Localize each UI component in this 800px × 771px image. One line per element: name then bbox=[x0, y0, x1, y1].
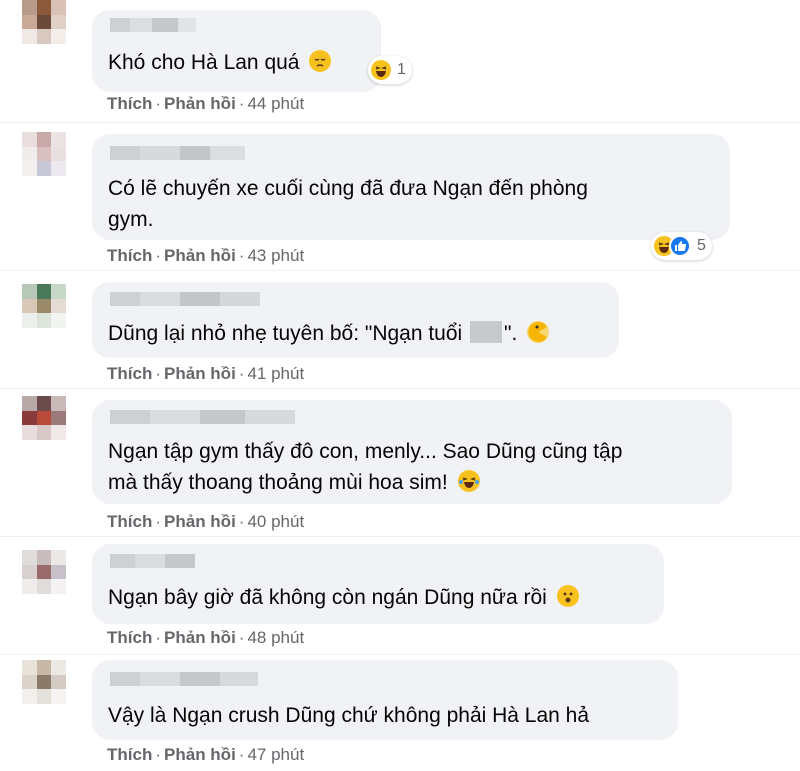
comment-actions: Thích · Phản hồi · 48 phút bbox=[107, 628, 304, 648]
avatar[interactable] bbox=[22, 660, 66, 704]
comment-text: Ngạn bây giờ đã không còn ngán Dũng nữa … bbox=[108, 582, 579, 613]
comment-actions: Thích · Phản hồi · 41 phút bbox=[107, 364, 304, 384]
comment-bubble: Khó cho Hà Lan quá bbox=[92, 10, 381, 92]
reaction-count: 1 bbox=[397, 61, 406, 78]
timestamp[interactable]: 47 phút bbox=[247, 745, 304, 764]
commenter-name-blurred[interactable] bbox=[110, 18, 196, 32]
comment-text: Khó cho Hà Lan quá bbox=[108, 47, 332, 78]
reaction-badge[interactable]: 5 bbox=[651, 232, 712, 260]
pacman-face-icon bbox=[527, 321, 550, 343]
avatar[interactable] bbox=[22, 0, 66, 44]
commenter-name-blurred[interactable] bbox=[110, 146, 245, 160]
comment-actions: Thích · Phản hồi · 40 phút bbox=[107, 512, 304, 532]
separator-dot: · bbox=[155, 745, 162, 764]
comment-text: Vậy là Ngạn crush Dũng chứ không phải Hà… bbox=[108, 704, 590, 727]
hushed-face-icon bbox=[556, 585, 579, 607]
like-link[interactable]: Thích bbox=[107, 364, 152, 383]
comment-bubble: Ngạn tập gym thấy đô con, menly... Sao D… bbox=[92, 400, 732, 504]
like-reaction-icon bbox=[669, 235, 691, 257]
commenter-name-blurred[interactable] bbox=[110, 554, 195, 568]
comment-bubble: Có lẽ chuyến xe cuối cùng đã đưa Ngạn đế… bbox=[92, 134, 730, 240]
censored-blur bbox=[470, 321, 503, 343]
comment-actions: Thích · Phản hồi · 43 phút bbox=[107, 246, 304, 266]
comment-1: Khó cho Hà Lan quá 1 Thích · Phản hồi · 44 p… bbox=[0, 0, 800, 120]
avatar[interactable] bbox=[22, 284, 66, 328]
avatar[interactable] bbox=[22, 550, 66, 594]
avatar[interactable] bbox=[22, 396, 66, 440]
laughing-tears-icon bbox=[457, 470, 480, 492]
timestamp[interactable]: 43 phút bbox=[247, 246, 304, 265]
comment-text: Dũng lại nhỏ nhẹ tuyên bố: "Ngạn tuổi ". bbox=[108, 318, 550, 349]
comment-bubble: Vậy là Ngạn crush Dũng chứ không phải Hà… bbox=[92, 660, 678, 740]
comment-4: Ngạn tập gym thấy đô con, menly... Sao D… bbox=[0, 388, 800, 536]
like-link[interactable]: Thích bbox=[107, 512, 152, 531]
timestamp[interactable]: 40 phút bbox=[247, 512, 304, 531]
comment-text: Có lẽ chuyến xe cuối cùng đã đưa Ngạn đế… bbox=[108, 177, 588, 231]
reply-link[interactable]: Phản hồi bbox=[164, 745, 236, 764]
comment-3: Dũng lại nhỏ nhẹ tuyên bố: "Ngạn tuổi ".… bbox=[0, 270, 800, 388]
separator-dot: · bbox=[155, 246, 162, 265]
comment-actions: Thích · Phản hồi · 47 phút bbox=[107, 745, 304, 765]
separator-dot: · bbox=[238, 94, 245, 113]
timestamp[interactable]: 44 phút bbox=[247, 94, 304, 113]
comment-actions: Thích · Phản hồi · 44 phút bbox=[107, 94, 304, 114]
comment-text: Ngạn tập gym thấy đô con, menly... Sao D… bbox=[108, 440, 623, 494]
separator-dot: · bbox=[238, 246, 245, 265]
reaction-count: 5 bbox=[697, 237, 706, 254]
commenter-name-blurred[interactable] bbox=[110, 292, 260, 306]
reaction-badge[interactable]: 1 bbox=[368, 56, 412, 84]
pensive-face-icon bbox=[309, 50, 332, 72]
reply-link[interactable]: Phản hồi bbox=[164, 628, 236, 647]
reply-link[interactable]: Phản hồi bbox=[164, 364, 236, 383]
timestamp[interactable]: 48 phút bbox=[247, 628, 304, 647]
comment-bubble: Ngạn bây giờ đã không còn ngán Dũng nữa … bbox=[92, 544, 664, 624]
comment-bubble: Dũng lại nhỏ nhẹ tuyên bố: "Ngạn tuổi ". bbox=[92, 282, 619, 358]
haha-reaction-icon bbox=[371, 60, 391, 80]
separator-dot: · bbox=[238, 364, 245, 383]
like-link[interactable]: Thích bbox=[107, 94, 152, 113]
comment-5: Ngạn bây giờ đã không còn ngán Dũng nữa … bbox=[0, 536, 800, 654]
timestamp[interactable]: 41 phút bbox=[247, 364, 304, 383]
like-link[interactable]: Thích bbox=[107, 246, 152, 265]
separator-dot: · bbox=[238, 745, 245, 764]
separator-dot: · bbox=[155, 94, 162, 113]
separator-dot: · bbox=[238, 628, 245, 647]
separator-dot: · bbox=[155, 364, 162, 383]
comment-2: Có lẽ chuyến xe cuối cùng đã đưa Ngạn đế… bbox=[0, 122, 800, 274]
like-link[interactable]: Thích bbox=[107, 628, 152, 647]
reply-link[interactable]: Phản hồi bbox=[164, 246, 236, 265]
separator-dot: · bbox=[155, 512, 162, 531]
reply-link[interactable]: Phản hồi bbox=[164, 94, 236, 113]
commenter-name-blurred[interactable] bbox=[110, 410, 295, 424]
separator-dot: · bbox=[238, 512, 245, 531]
like-link[interactable]: Thích bbox=[107, 745, 152, 764]
comment-6: Vậy là Ngạn crush Dũng chứ không phải Hà… bbox=[0, 654, 800, 771]
commenter-name-blurred[interactable] bbox=[110, 672, 258, 686]
reply-link[interactable]: Phản hồi bbox=[164, 512, 236, 531]
avatar[interactable] bbox=[22, 132, 66, 176]
separator-dot: · bbox=[155, 628, 162, 647]
